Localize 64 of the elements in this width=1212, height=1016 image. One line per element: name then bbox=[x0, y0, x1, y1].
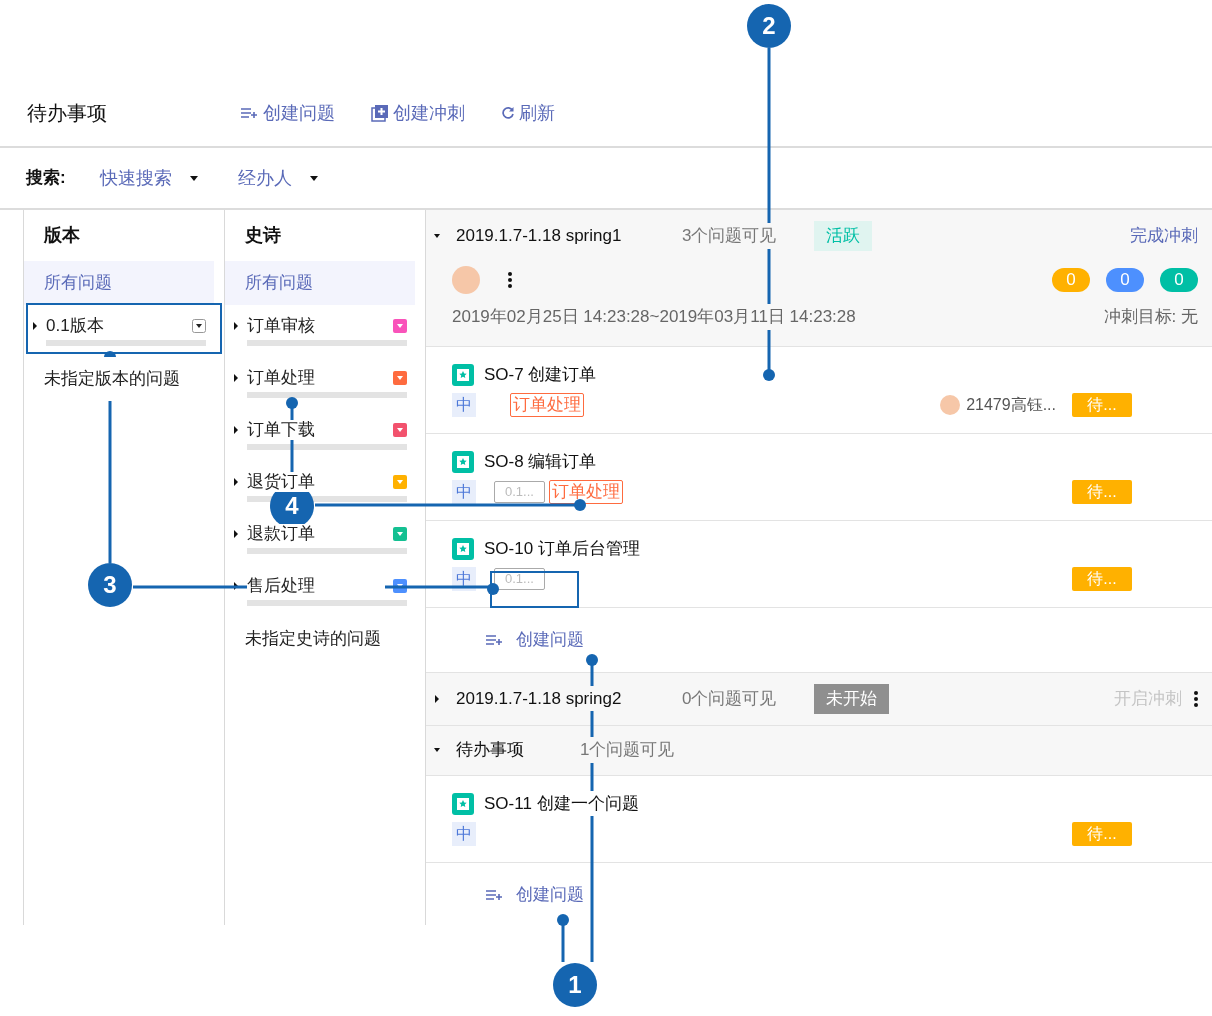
dropdown-icon[interactable] bbox=[192, 319, 206, 333]
caret-icon[interactable] bbox=[233, 582, 239, 590]
search-label: 搜索: bbox=[26, 167, 67, 190]
add-list-icon bbox=[486, 888, 504, 901]
avatar bbox=[452, 266, 480, 294]
sprint-action-link[interactable]: 完成冲刺 bbox=[1130, 223, 1198, 249]
group-name[interactable]: 售后处理 bbox=[247, 576, 385, 596]
count-badge: 0 bbox=[1160, 268, 1198, 292]
refresh-icon bbox=[501, 106, 515, 120]
add-list-icon bbox=[486, 633, 504, 646]
column-title: 史诗 bbox=[244, 224, 282, 247]
callout-badge: 2 bbox=[747, 4, 791, 48]
filter-dropdown[interactable]: 经办人 bbox=[238, 164, 376, 192]
toolbar-button[interactable]: 创建冲刺 bbox=[371, 99, 465, 127]
caret-icon bbox=[190, 175, 198, 181]
filter-item[interactable]: 所有问题 bbox=[225, 261, 415, 305]
version-tag: 0.1... bbox=[494, 481, 545, 504]
story-icon bbox=[452, 537, 474, 560]
sprint-status: 未开始 bbox=[814, 683, 889, 714]
more-icon[interactable] bbox=[1194, 690, 1198, 707]
caret-icon bbox=[310, 175, 318, 181]
issue-count: 1个问题可见 bbox=[580, 737, 675, 763]
caret-icon[interactable] bbox=[233, 530, 239, 538]
add-list-icon bbox=[241, 107, 259, 119]
create-issue-button[interactable]: 创建问题 bbox=[486, 626, 584, 653]
sprint-status: 活跃 bbox=[814, 221, 872, 251]
avatar bbox=[940, 395, 961, 416]
filter-item[interactable]: 所有问题 bbox=[24, 261, 214, 305]
count-badge: 0 bbox=[1052, 268, 1090, 292]
caret-icon[interactable] bbox=[233, 374, 239, 382]
caret-icon[interactable] bbox=[434, 746, 440, 754]
priority-tag: 中 bbox=[452, 822, 476, 847]
leader-line bbox=[557, 914, 569, 962]
priority-tag: 中 bbox=[452, 393, 476, 418]
priority-tag: 中 bbox=[452, 567, 476, 592]
caret-icon[interactable] bbox=[233, 478, 239, 486]
filter-dropdown[interactable]: 快速搜索 bbox=[100, 164, 238, 192]
callout-badge: 1 bbox=[553, 963, 597, 1007]
sprint-dates: 2019年02月25日 14:23:28~2019年03月11日 14:23:28 bbox=[452, 304, 856, 330]
story-icon bbox=[452, 450, 474, 473]
create-issue-button[interactable]: 创建问题 bbox=[486, 881, 584, 908]
add-square-icon bbox=[371, 104, 389, 122]
issue-title[interactable]: SO-11 创建一个问题 bbox=[484, 790, 639, 817]
epic-tag: 订单处理 bbox=[510, 393, 584, 418]
toolbar-button[interactable]: 创建问题 bbox=[241, 99, 335, 127]
column-title: 版本 bbox=[43, 224, 81, 247]
caret-icon[interactable] bbox=[233, 426, 239, 434]
more-icon[interactable] bbox=[508, 272, 512, 288]
toolbar-button[interactable]: 刷新 bbox=[501, 99, 555, 127]
story-icon bbox=[452, 792, 474, 815]
assignee-name: 21479高钰... bbox=[966, 395, 1056, 416]
caret-icon[interactable] bbox=[434, 232, 440, 240]
page-title: 待办事项 bbox=[27, 101, 108, 126]
sprint-goal: 冲刺目标: 无 bbox=[1103, 306, 1198, 328]
caret-icon[interactable] bbox=[233, 322, 239, 330]
caret-icon[interactable] bbox=[32, 322, 38, 330]
count-badge: 0 bbox=[1106, 268, 1144, 292]
caret-icon[interactable] bbox=[434, 694, 440, 703]
callout-badge: 3 bbox=[88, 563, 132, 607]
backlog-name: 待办事项 bbox=[456, 739, 525, 762]
issue-count: 3个问题可见 bbox=[682, 223, 777, 249]
story-icon bbox=[452, 363, 474, 386]
sprint-name: 2019.1.7-1.18 spring2 bbox=[456, 685, 622, 712]
priority-tag: 中 bbox=[452, 480, 476, 505]
